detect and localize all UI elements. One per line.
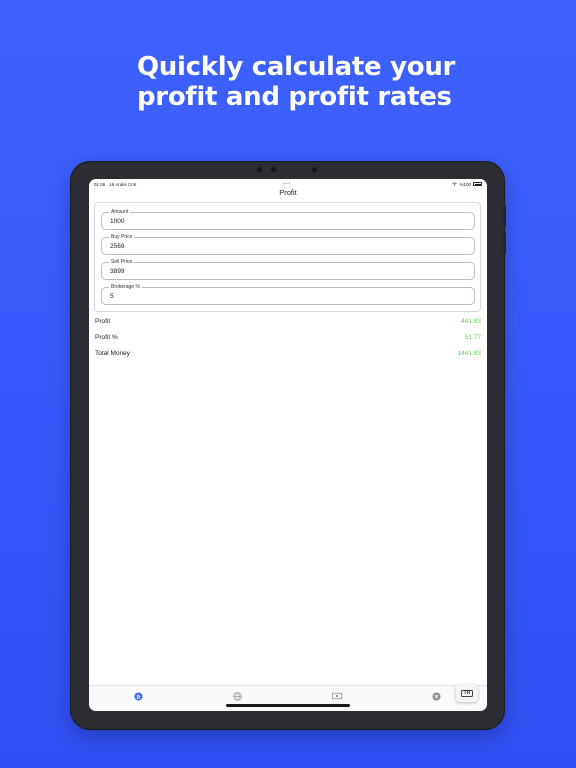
result-row-profit-percent: Profit % 51.77 xyxy=(95,332,481,342)
buy-price-input[interactable] xyxy=(110,243,310,250)
amount-input[interactable] xyxy=(110,218,310,225)
result-label: Profit % xyxy=(95,333,118,341)
camera-dot xyxy=(312,167,317,172)
status-date: 16 Aralık Cmt xyxy=(109,181,137,187)
promo-headline: Quickly calculate your profit and profit… xyxy=(0,52,576,112)
promo-headline-line-1: Quickly calculate your xyxy=(137,52,456,82)
camera-dot xyxy=(257,167,262,172)
battery-icon xyxy=(473,182,482,186)
language-code: TR xyxy=(461,689,473,697)
result-value: 441.83 xyxy=(461,317,481,325)
tab-bitcoin[interactable]: ₿ xyxy=(133,691,143,701)
camera-bar xyxy=(255,166,323,174)
result-value: 51.77 xyxy=(464,333,481,341)
result-row-profit: Profit 441.83 xyxy=(95,316,481,326)
tab-money[interactable] xyxy=(332,691,342,701)
camera-dot xyxy=(271,167,276,172)
brokerage-input[interactable] xyxy=(110,293,310,300)
result-value: 1441.83 xyxy=(457,349,482,357)
bitcoin-icon: ₿ xyxy=(133,691,143,701)
buy-price-field[interactable]: Buy Price xyxy=(101,234,475,255)
language-toggle-button[interactable]: TR xyxy=(456,684,478,702)
app-screen: 01:06 16 Aralık Cmt %100 ••• Profit Amou… xyxy=(89,179,487,711)
brokerage-field[interactable]: Brokerage % xyxy=(101,284,475,305)
battery-percent: %100 xyxy=(459,181,471,187)
tab-bar: ₿ xyxy=(89,685,487,711)
globe-icon xyxy=(232,691,242,701)
sell-price-field[interactable]: Sell Price xyxy=(101,259,475,280)
sell-price-label: Sell Price xyxy=(109,259,135,266)
amount-field[interactable]: Amount xyxy=(101,209,475,230)
status-right: %100 xyxy=(452,182,482,187)
multitask-dots-icon[interactable]: ••• xyxy=(283,181,291,187)
camera-dot xyxy=(286,167,291,172)
result-label: Total Money xyxy=(95,349,131,357)
result-row-total-money: Total Money 1441.83 xyxy=(95,348,481,358)
amount-label: Amount xyxy=(109,209,131,216)
buy-price-label: Buy Price xyxy=(109,234,135,241)
tab-globe[interactable] xyxy=(232,691,242,701)
input-form-card: Amount Buy Price Sell Price Brokerage % xyxy=(94,202,481,312)
status-time: 01:06 xyxy=(94,181,106,187)
tab-close[interactable] xyxy=(431,691,441,701)
brokerage-label: Brokerage % xyxy=(109,284,142,291)
sell-price-input[interactable] xyxy=(110,268,310,275)
result-label: Profit xyxy=(95,317,111,325)
close-circle-icon xyxy=(431,691,441,701)
wifi-icon xyxy=(452,182,458,187)
ipad-side-button xyxy=(503,232,506,254)
promo-headline-line-2: profit and profit rates xyxy=(137,82,452,112)
page-title: Profit xyxy=(279,188,297,197)
money-icon xyxy=(332,692,342,700)
home-indicator[interactable] xyxy=(226,704,350,707)
ipad-side-button xyxy=(503,205,506,227)
svg-text:₿: ₿ xyxy=(136,693,140,700)
